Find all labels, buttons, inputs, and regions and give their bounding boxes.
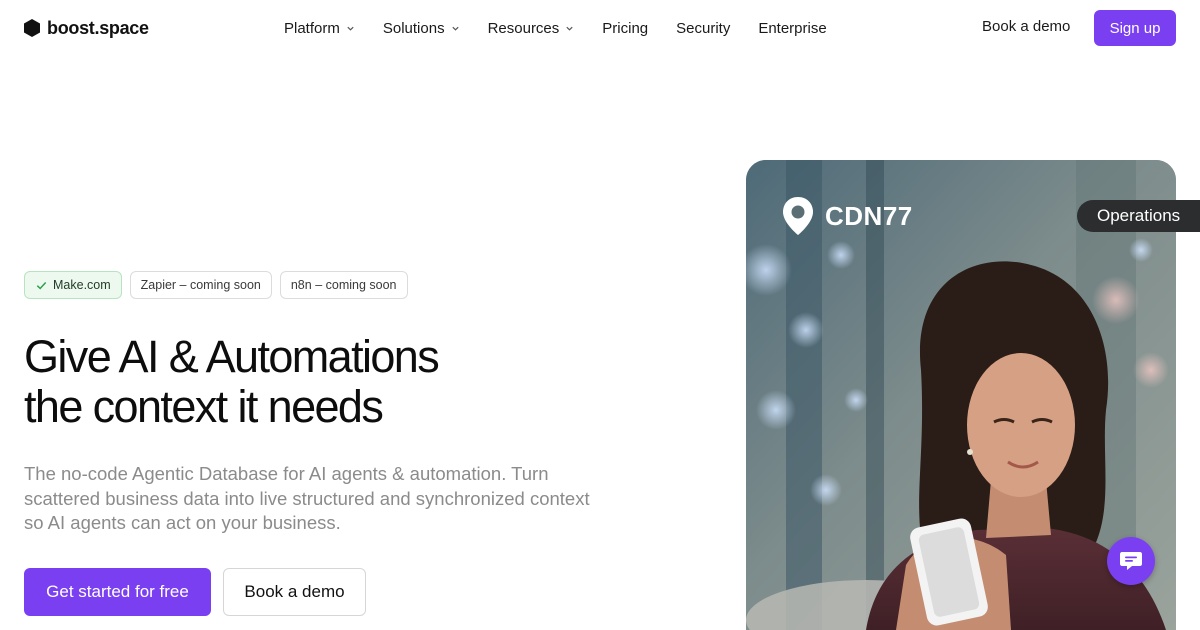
- hero-headline: Give AI & Automations the context it nee…: [24, 332, 644, 432]
- hexagon-logo-icon: [24, 19, 40, 37]
- chat-icon: [1120, 552, 1142, 570]
- chevron-down-icon: [566, 26, 573, 31]
- nav-item-label: Resources: [487, 19, 560, 37]
- logo-text: boost.space: [47, 17, 149, 38]
- nav-item-label: Platform: [284, 19, 340, 37]
- check-icon: [36, 281, 47, 290]
- headline-line-2: the context it needs: [24, 381, 384, 432]
- chip-n8n[interactable]: n8n – coming soon: [279, 271, 408, 299]
- chip-label: Make.com: [53, 278, 111, 292]
- nav-book-demo-link[interactable]: Book a demo: [982, 18, 1070, 35]
- chip-label: n8n – coming soon: [290, 278, 397, 292]
- main-menu: Platform Solutions Resources Pricing Sec…: [284, 17, 855, 39]
- nav-item-label: Security: [676, 19, 731, 37]
- top-navigation: boost.space Platform Solutions Resources…: [0, 0, 1200, 56]
- signup-button[interactable]: Sign up: [1094, 10, 1176, 46]
- customer-brand: CDN77: [781, 195, 913, 237]
- logo[interactable]: boost.space: [24, 17, 149, 39]
- chevron-down-icon: [451, 26, 459, 31]
- nav-item-solutions[interactable]: Solutions: [383, 20, 460, 37]
- nav-item-label: Solutions: [382, 19, 445, 37]
- hero-subtitle: The no-code Agentic Database for AI agen…: [24, 463, 590, 533]
- integration-chips: Make.com Zapier – coming soon n8n – comi…: [24, 271, 408, 299]
- nav-item-enterprise[interactable]: Enterprise: [758, 20, 826, 37]
- chevron-down-icon: [347, 26, 354, 31]
- nav-item-security[interactable]: Security: [676, 20, 730, 37]
- location-pin-icon: [783, 197, 813, 235]
- nav-item-label: Pricing: [602, 19, 649, 37]
- nav-item-pricing[interactable]: Pricing: [602, 20, 648, 37]
- nav-item-platform[interactable]: Platform: [284, 20, 355, 37]
- chat-widget-button[interactable]: [1107, 537, 1155, 585]
- headline-line-1: Give AI & Automations: [24, 331, 440, 382]
- get-started-button[interactable]: Get started for free: [24, 568, 211, 616]
- chip-zapier[interactable]: Zapier – coming soon: [129, 271, 272, 299]
- category-tag: Operations: [1077, 200, 1200, 232]
- chip-label: Zapier – coming soon: [140, 278, 261, 292]
- brand-name: CDN77: [825, 200, 913, 231]
- book-demo-button[interactable]: Book a demo: [223, 568, 366, 616]
- nav-item-resources[interactable]: Resources: [488, 20, 575, 37]
- chip-make[interactable]: Make.com: [24, 271, 122, 299]
- nav-item-label: Enterprise: [758, 19, 827, 37]
